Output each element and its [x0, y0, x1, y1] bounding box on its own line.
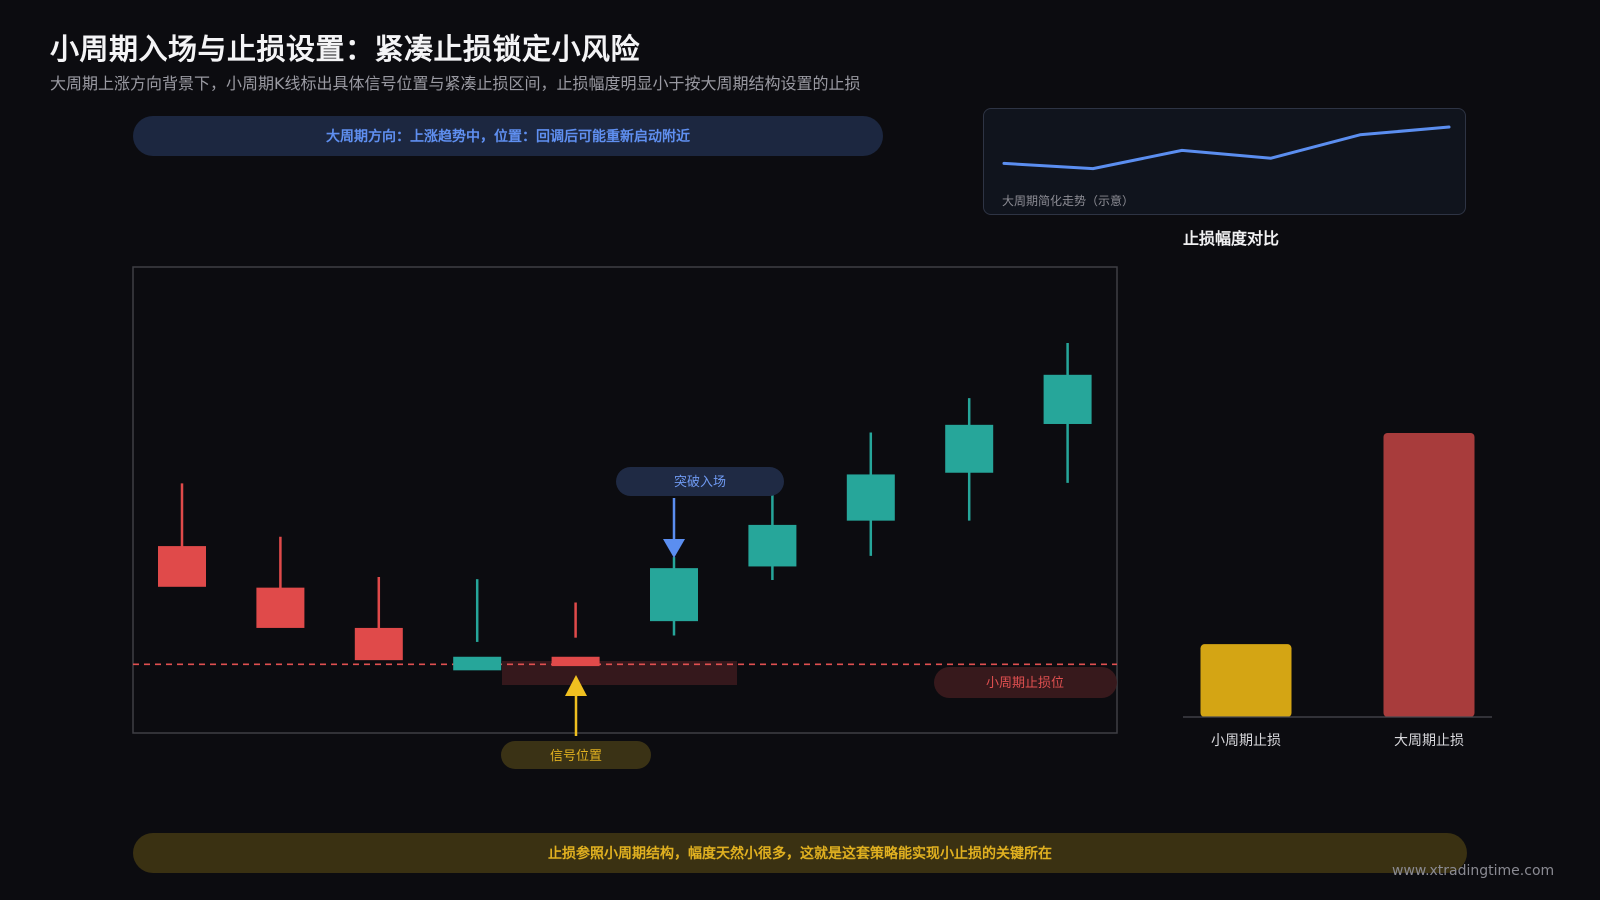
- large-stop-bar-label: 大周期止损: [1394, 733, 1464, 749]
- large-stop-bar: [1383, 433, 1475, 717]
- candle-body: [1043, 374, 1092, 424]
- candle: [650, 557, 698, 636]
- candle-body: [748, 524, 797, 567]
- entry-arrow: [663, 498, 685, 558]
- candle: [945, 398, 994, 521]
- watermark: www.xtradingtime.com: [1392, 863, 1555, 879]
- candle: [551, 602, 600, 667]
- signal-label-pill: 信号位置: [501, 741, 651, 769]
- candle-body: [846, 474, 895, 521]
- candle-body: [551, 656, 600, 667]
- stop-comparison-bars: 小周期止损 大周期止损: [1200, 433, 1475, 749]
- candle-body: [354, 627, 403, 661]
- candle-body: [453, 656, 502, 671]
- candle-body: [650, 568, 698, 622]
- stop-label: 小周期止损位: [986, 676, 1064, 691]
- small-stop-bar: [1200, 644, 1292, 717]
- candle: [354, 577, 403, 661]
- signal-label: 信号位置: [550, 749, 602, 764]
- conclusion-banner: 止损参照小周期结构，幅度天然小很多，这就是这套策略能实现小止损的关键所在: [133, 833, 1467, 873]
- candle-body: [256, 587, 305, 628]
- small-stop-bar-label: 小周期止损: [1211, 733, 1281, 749]
- candlestick-series: [158, 343, 1092, 671]
- candle: [158, 483, 206, 587]
- candle: [453, 579, 502, 671]
- entry-label: 突破入场: [674, 474, 726, 490]
- candle: [256, 536, 305, 628]
- candle: [846, 432, 895, 556]
- stop-label-pill: 小周期止损位: [934, 667, 1117, 698]
- candle-body: [158, 546, 206, 587]
- candle-body: [945, 424, 994, 473]
- candle: [1043, 343, 1092, 483]
- chart-canvas: 突破入场 信号位置 小周期止损位 小周期止损 大周期止损: [132, 266, 1492, 769]
- entry-label-pill: 突破入场: [616, 467, 784, 496]
